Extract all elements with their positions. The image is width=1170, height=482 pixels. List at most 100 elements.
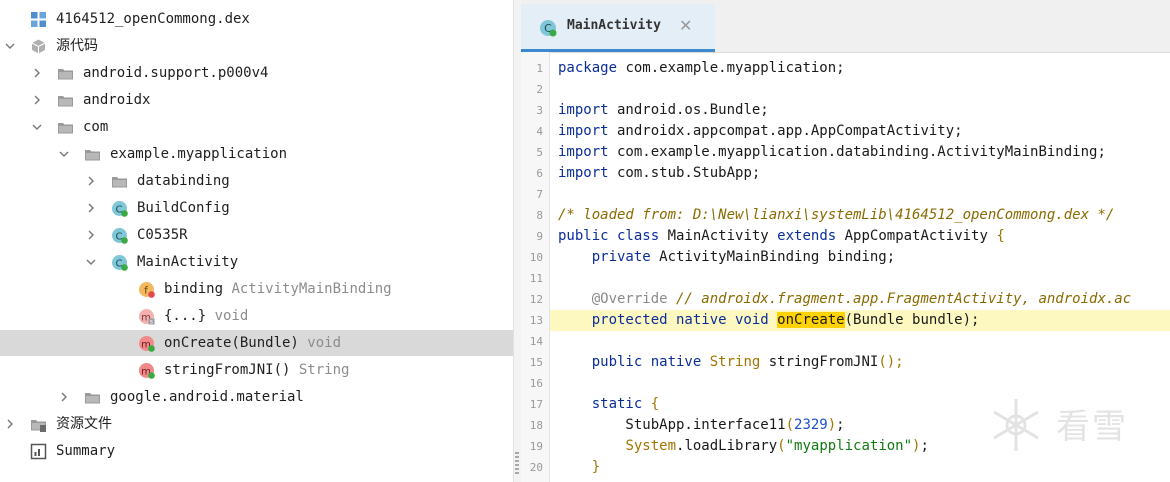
- chevron-right-icon[interactable]: [85, 202, 97, 214]
- tree-item[interactable]: androidx: [0, 87, 513, 113]
- tree-item-label: stringFromJNI() String: [164, 357, 349, 383]
- folder-icon: [112, 177, 127, 188]
- tree-item[interactable]: Summary: [0, 438, 513, 464]
- line-number: 20: [529, 461, 543, 474]
- tree-item-name: {...}: [164, 308, 207, 324]
- tree-item-name: onCreate(Bundle): [164, 335, 299, 351]
- tree-item-type: String: [298, 362, 350, 378]
- code-token: public class: [558, 228, 660, 244]
- tree-item-name: C0535R: [137, 227, 188, 243]
- line-number: 13: [529, 314, 543, 327]
- line-number: 14: [529, 335, 543, 348]
- chevron-right-icon[interactable]: [85, 229, 97, 241]
- code-token: MainActivity: [659, 228, 778, 244]
- tree-item-name: 资源文件: [56, 416, 112, 432]
- code-line: import com.example.myapplication.databin…: [558, 142, 1170, 163]
- resources-folder-icon: [31, 420, 46, 432]
- tab-mainactivity[interactable]: C MainActivity ✕: [521, 4, 715, 52]
- chevron-right-icon[interactable]: [31, 67, 43, 79]
- code-token: extends: [777, 228, 837, 244]
- tree-item-type: void: [214, 308, 249, 324]
- tree-item[interactable]: 源代码: [0, 33, 513, 59]
- code-token: protected native void: [591, 312, 769, 328]
- tree-item[interactable]: android.support.p000v4: [0, 60, 513, 86]
- tree-item-label: example.myapplication: [110, 141, 287, 167]
- tree-item-label: Summary: [56, 438, 115, 464]
- code-token: ;: [920, 438, 929, 454]
- code-token: System: [625, 438, 677, 454]
- tree-item-label: google.android.material: [110, 384, 304, 410]
- line-number: 11: [529, 272, 543, 285]
- chevron-down-icon[interactable]: [4, 40, 16, 52]
- class-icon: C: [112, 255, 128, 271]
- tree-item[interactable]: C BuildConfig: [0, 195, 513, 221]
- tree-item[interactable]: m stringFromJNI() String: [0, 357, 513, 383]
- tree-item[interactable]: 资源文件: [0, 411, 513, 437]
- tab-label: MainActivity: [567, 18, 661, 33]
- line-number: 17: [529, 398, 543, 411]
- line-number: 9: [536, 230, 543, 243]
- code-token: import: [558, 165, 609, 181]
- line-number: 1: [536, 62, 543, 75]
- code-token: AppCompatActivity: [836, 228, 997, 244]
- code-token: StubApp.interface11: [558, 417, 786, 433]
- tree-item[interactable]: m s {...} void: [0, 303, 513, 329]
- summary-icon: [30, 443, 47, 460]
- tree-item[interactable]: com: [0, 114, 513, 140]
- chevron-right-icon[interactable]: [85, 175, 97, 187]
- tree-item-name: databinding: [137, 173, 230, 189]
- tree-item[interactable]: example.myapplication: [0, 141, 513, 167]
- tree-item[interactable]: C MainActivity: [0, 249, 513, 275]
- chevron-right-icon[interactable]: [4, 418, 16, 430]
- line-number: 12: [529, 293, 543, 306]
- tree-item-label: BuildConfig: [137, 195, 230, 221]
- code-token: ();: [878, 354, 904, 370]
- chevron-right-icon[interactable]: [58, 391, 70, 403]
- code-line: import com.stub.StubApp;: [558, 163, 1170, 184]
- tree-item-label: androidx: [83, 87, 150, 113]
- editor-tab-bar: C MainActivity ✕: [521, 0, 1170, 53]
- code-token: com.example.myapplication;: [617, 60, 845, 76]
- tree-item-name: Summary: [56, 443, 116, 459]
- tree-item[interactable]: C C0535R: [0, 222, 513, 248]
- folder-icon: [58, 69, 73, 80]
- tree-item[interactable]: f binding ActivityMainBinding: [0, 276, 513, 302]
- splitter-grip[interactable]: [515, 452, 519, 476]
- tree-item[interactable]: google.android.material: [0, 384, 513, 410]
- code-token: // androidx.fragment.app.FragmentActivit…: [667, 291, 1132, 307]
- tree-item-label: onCreate(Bundle) void: [164, 330, 341, 356]
- tree-item-label: 4164512_openCommong.dex: [56, 6, 250, 32]
- search-occurrence: onCreate: [777, 312, 845, 328]
- close-icon[interactable]: ✕: [679, 4, 692, 48]
- tree-item-label: 资源文件: [56, 411, 112, 437]
- code-token: .loadLibrary: [676, 438, 778, 454]
- line-number: 16: [529, 377, 543, 390]
- tree-item[interactable]: m onCreate(Bundle) void: [0, 330, 513, 356]
- method-icon: m: [139, 336, 155, 352]
- project-tree: 4164512_openCommong.dex 源代码 android.suppor…: [0, 0, 513, 482]
- dex-file-icon: [31, 12, 46, 27]
- line-number: 18: [529, 419, 543, 432]
- code-token: 2329: [794, 417, 828, 433]
- tree-item[interactable]: 4164512_openCommong.dex: [0, 6, 513, 32]
- chevron-down-icon[interactable]: [58, 148, 70, 160]
- tree-item[interactable]: databinding: [0, 168, 513, 194]
- chevron-right-icon[interactable]: [31, 94, 43, 106]
- chevron-down-icon[interactable]: [85, 256, 97, 268]
- code-line: }: [558, 457, 1170, 478]
- tree-item-label: MainActivity: [137, 249, 238, 275]
- tree-item-name: BuildConfig: [137, 200, 230, 216]
- chevron-down-icon[interactable]: [31, 121, 43, 133]
- line-number: 10: [529, 251, 543, 264]
- tree-item-label: com: [83, 114, 108, 140]
